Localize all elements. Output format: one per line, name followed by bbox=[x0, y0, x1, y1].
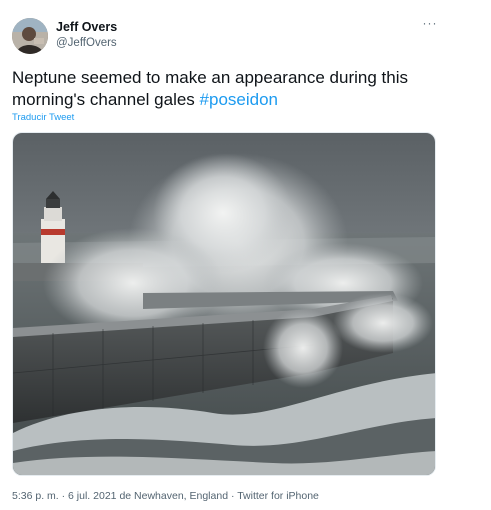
tweet-time[interactable]: 5:36 p. m. bbox=[12, 490, 59, 502]
tweet-text: Neptune seemed to make an appearance dur… bbox=[12, 67, 452, 111]
user-avatar-icon bbox=[12, 18, 48, 54]
tweet-source[interactable]: Twitter for iPhone bbox=[237, 490, 319, 502]
tweet-date[interactable]: 6 jul. 2021 bbox=[68, 490, 116, 502]
meta-separator: · bbox=[228, 490, 238, 502]
translate-tweet-link[interactable]: Traducir Tweet bbox=[12, 112, 74, 123]
meta-separator: · bbox=[58, 490, 69, 502]
hashtag-link[interactable]: #poseidon bbox=[200, 90, 278, 109]
tweet-location[interactable]: Newhaven, England bbox=[134, 490, 228, 502]
author-handle[interactable]: @JeffOvers bbox=[56, 37, 117, 49]
avatar[interactable] bbox=[12, 18, 48, 54]
tweet-card: Jeff Overs @JeffOvers ··· Neptune seemed… bbox=[0, 0, 491, 510]
tweet-photo[interactable] bbox=[12, 132, 436, 476]
author-display-name[interactable]: Jeff Overs bbox=[56, 20, 117, 34]
tweet-metadata: 5:36 p. m. · 6 jul. 2021 de Newhaven, En… bbox=[12, 490, 319, 502]
more-options-icon[interactable]: ··· bbox=[419, 16, 441, 34]
storm-waves-photo bbox=[13, 133, 435, 475]
location-prefix: de bbox=[119, 490, 132, 502]
